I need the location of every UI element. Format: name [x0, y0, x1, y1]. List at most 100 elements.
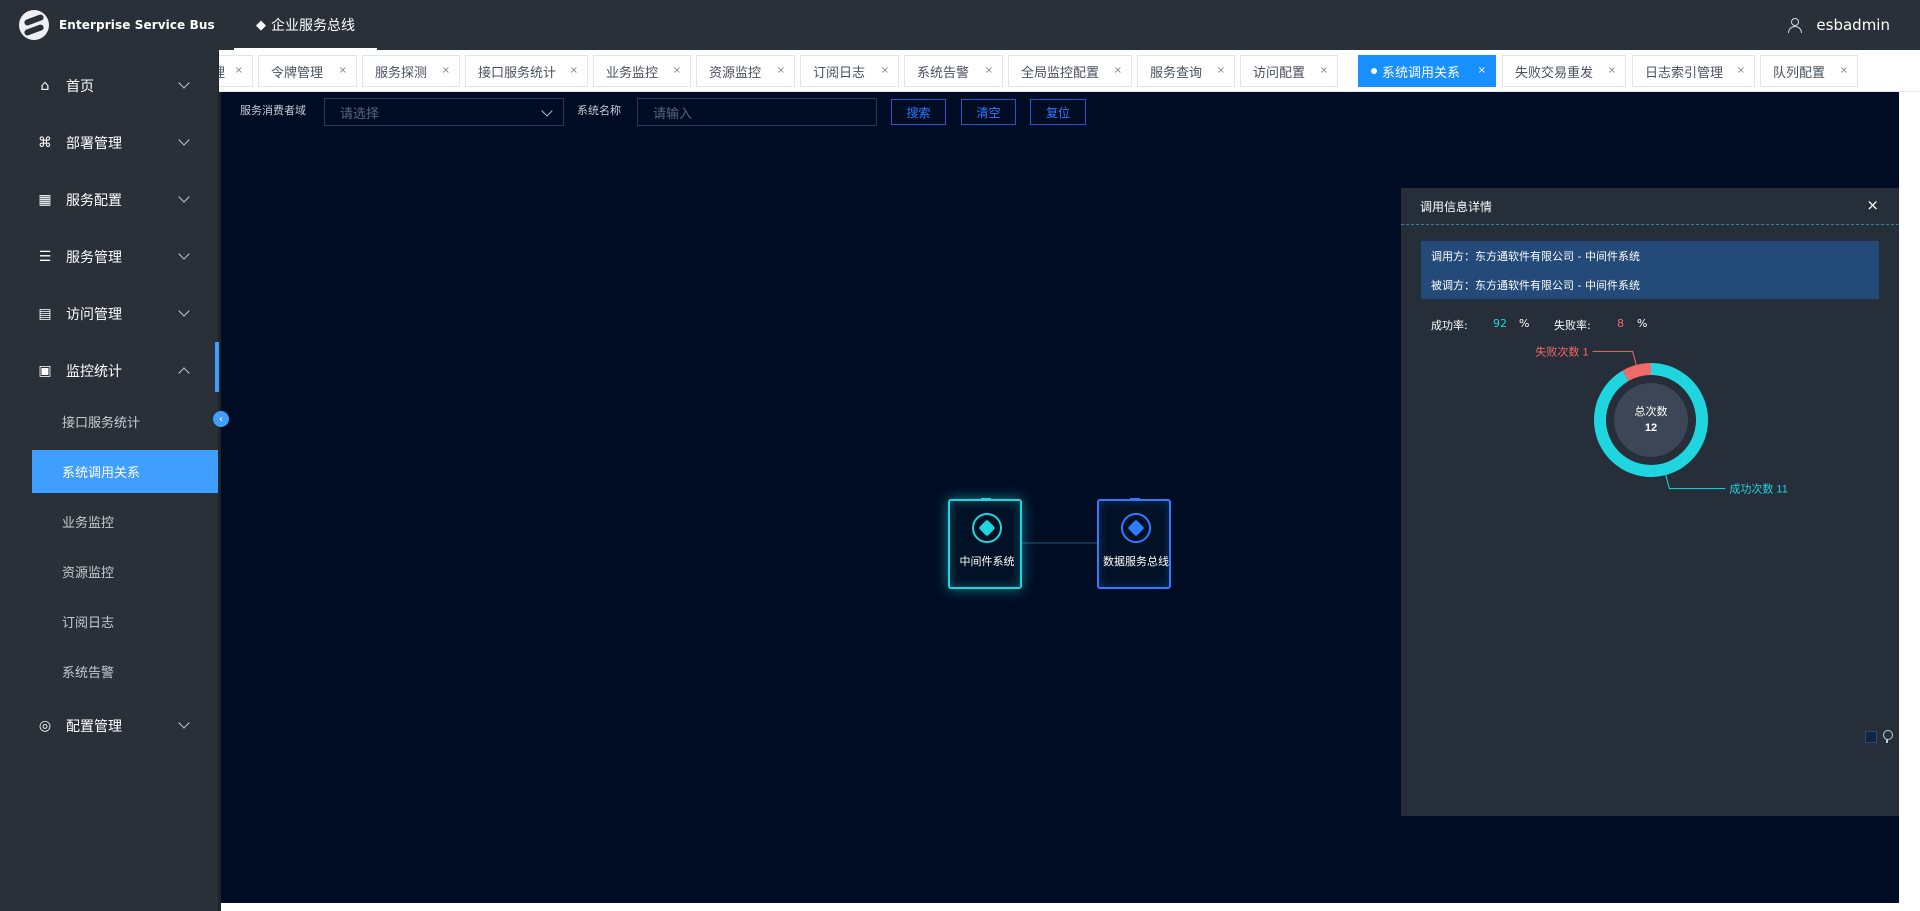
sidebar-group-config[interactable]: ◎ 配置管理	[0, 697, 218, 754]
close-icon[interactable]: ×	[985, 65, 993, 76]
tab-global-monitor-config[interactable]: 全局监控配置 ×	[1008, 55, 1132, 87]
donut-center-label: 总次数	[1635, 404, 1668, 418]
tab-failed-resend[interactable]: 失败交易重发 ×	[1502, 55, 1626, 87]
call-info-box: 调用方：东方通软件有限公司 - 中间件系统 被调方：东方通软件有限公司 - 中间…	[1421, 241, 1879, 299]
top-header: Enterprise Service Bus ◆ 企业服务总线 esbadmin	[0, 0, 1920, 50]
sidebar: ⌂ 首页 ⌘ 部署管理 ▦ 服务配置 ☰ 服务管理 ▤ 访问管理 ▣ 监控统计	[0, 50, 218, 911]
monitor-icon: ▣	[38, 362, 52, 379]
tab-partial[interactable]: 理×	[219, 55, 253, 87]
sidebar-item-interface-stats[interactable]: 接口服务统计	[32, 400, 218, 443]
chevron-down-icon	[178, 134, 190, 146]
close-icon[interactable]: ×	[1320, 65, 1328, 76]
system-name-input[interactable]: 请输入	[637, 98, 877, 126]
system-node-data-bus[interactable]: 数据服务总线	[1097, 498, 1171, 589]
tab-token[interactable]: 令牌管理 ×	[258, 55, 357, 87]
sidebar-item-label: 系统调用关系	[62, 466, 141, 481]
donut-center-total: 12	[1645, 422, 1657, 434]
tab-interface-stats[interactable]: 接口服务统计 ×	[465, 55, 588, 87]
lightbulb-icon[interactable]	[1882, 730, 1893, 744]
node-tick	[1130, 498, 1140, 501]
sidebar-group-service-manage[interactable]: ☰ 服务管理	[0, 228, 218, 285]
tab-system-alarm[interactable]: 系统告警 ×	[904, 55, 1003, 87]
caller-text: 调用方：东方通软件有限公司 - 中间件系统	[1431, 250, 1640, 263]
tab-resource-monitor[interactable]: 资源监控 ×	[696, 55, 795, 87]
canvas-tools	[1865, 730, 1893, 744]
chevron-up-icon	[178, 367, 190, 379]
tab-probe[interactable]: 服务探测 ×	[362, 55, 460, 87]
bottom-gutter	[221, 903, 1899, 911]
node-label: 数据服务总线	[1103, 555, 1169, 568]
tab-label: 接口服务统计	[478, 65, 557, 81]
home-icon: ⌂	[40, 77, 50, 94]
sidebar-item-label: 业务监控	[62, 516, 115, 531]
reset-button[interactable]: 复位	[1030, 99, 1086, 125]
sidebar-group-access[interactable]: ▤ 访问管理	[0, 285, 218, 342]
close-icon[interactable]: ×	[673, 65, 681, 76]
chevron-down-icon	[178, 191, 190, 203]
close-icon[interactable]: ×	[570, 65, 578, 76]
close-icon[interactable]: ×	[1608, 65, 1616, 76]
user-menu[interactable]: esbadmin	[1788, 0, 1890, 50]
sidebar-group-label: 监控统计	[66, 363, 122, 380]
sidebar-group-label: 配置管理	[66, 718, 122, 735]
call-link	[1022, 542, 1097, 544]
tab-label: 访问配置	[1253, 65, 1306, 81]
select-placeholder: 请选择	[340, 106, 380, 122]
tab-access-config[interactable]: 访问配置 ×	[1240, 55, 1338, 87]
chevron-down-icon	[178, 305, 190, 317]
sidebar-item-resource-monitor[interactable]: 资源监控	[32, 550, 218, 593]
tab-queue-config[interactable]: 队列配置 ×	[1760, 55, 1858, 87]
donut-slice-label: 失败次数 1	[1535, 344, 1588, 358]
close-icon[interactable]: ×	[1840, 65, 1848, 76]
clear-button[interactable]: 清空	[961, 99, 1016, 125]
sidebar-group-home[interactable]: ⌂ 首页	[0, 57, 218, 114]
system-name-label: 系统名称	[577, 104, 621, 117]
close-icon[interactable]: ×	[1737, 65, 1745, 76]
brand[interactable]: Enterprise Service Bus	[19, 10, 229, 40]
sidebar-item-label: 接口服务统计	[62, 416, 141, 431]
tab-label: 令牌管理	[271, 65, 324, 81]
tab-label: 失败交易重发	[1515, 65, 1594, 81]
tab-subscribe-log[interactable]: 订阅日志 ×	[800, 55, 899, 87]
tab-service-query[interactable]: 服务查询 ×	[1137, 55, 1235, 87]
sidebar-group-label: 服务配置	[66, 192, 122, 209]
active-group-indicator	[215, 342, 219, 392]
tab-label: 服务查询	[1150, 65, 1203, 81]
close-icon[interactable]: ×	[1866, 196, 1879, 214]
grid-icon: ▦	[38, 191, 52, 208]
close-icon[interactable]: ×	[442, 65, 450, 76]
tab-system-call[interactable]: 系统调用关系 ×	[1358, 55, 1496, 87]
sidebar-group-monitor[interactable]: ▣ 监控统计	[0, 342, 218, 399]
sidebar-item-business-monitor[interactable]: 业务监控	[32, 500, 218, 543]
close-icon[interactable]: ×	[339, 65, 347, 76]
tab-label: 队列配置	[1773, 65, 1826, 81]
system-node-middleware[interactable]: 中间件系统	[948, 498, 1022, 589]
close-icon[interactable]: ×	[1478, 65, 1486, 76]
sidebar-item-system-call[interactable]: 系统调用关系	[32, 450, 218, 493]
close-icon[interactable]: ×	[1217, 65, 1225, 76]
tab-log-index[interactable]: 日志索引管理 ×	[1632, 55, 1755, 87]
sidebar-group-deploy[interactable]: ⌘ 部署管理	[0, 114, 218, 171]
close-icon[interactable]: ×	[881, 65, 889, 76]
settings-icon: ◎	[38, 717, 52, 734]
donut-label-line	[1592, 350, 1637, 366]
close-icon[interactable]: ×	[1114, 65, 1122, 76]
app-name: Enterprise Service Bus	[59, 18, 215, 32]
sidebar-group-service-config[interactable]: ▦ 服务配置	[0, 171, 218, 228]
tab-business-monitor[interactable]: 业务监控 ×	[593, 55, 691, 87]
close-icon[interactable]: ×	[777, 65, 785, 76]
consumer-domain-select[interactable]: 请选择	[324, 98, 564, 126]
sidebar-item-subscribe-log[interactable]: 订阅日志	[32, 600, 218, 643]
callee-text: 被调方：东方通软件有限公司 - 中间件系统	[1431, 279, 1640, 292]
top-menu-esb[interactable]: ◆ 企业服务总线	[234, 0, 377, 50]
close-icon[interactable]: ×	[235, 65, 243, 76]
sidebar-group-label: 服务管理	[66, 249, 122, 266]
collapse-sidebar-icon[interactable]: ‹	[213, 411, 229, 427]
tab-label: 系统告警	[917, 65, 970, 81]
tab-label: 业务监控	[606, 65, 659, 81]
legend-square-icon[interactable]	[1865, 731, 1877, 743]
search-button[interactable]: 搜索	[891, 99, 946, 125]
tab-label: 理	[219, 62, 225, 81]
node-label: 中间件系统	[959, 555, 1015, 568]
sidebar-item-system-alarm[interactable]: 系统告警	[32, 650, 218, 693]
